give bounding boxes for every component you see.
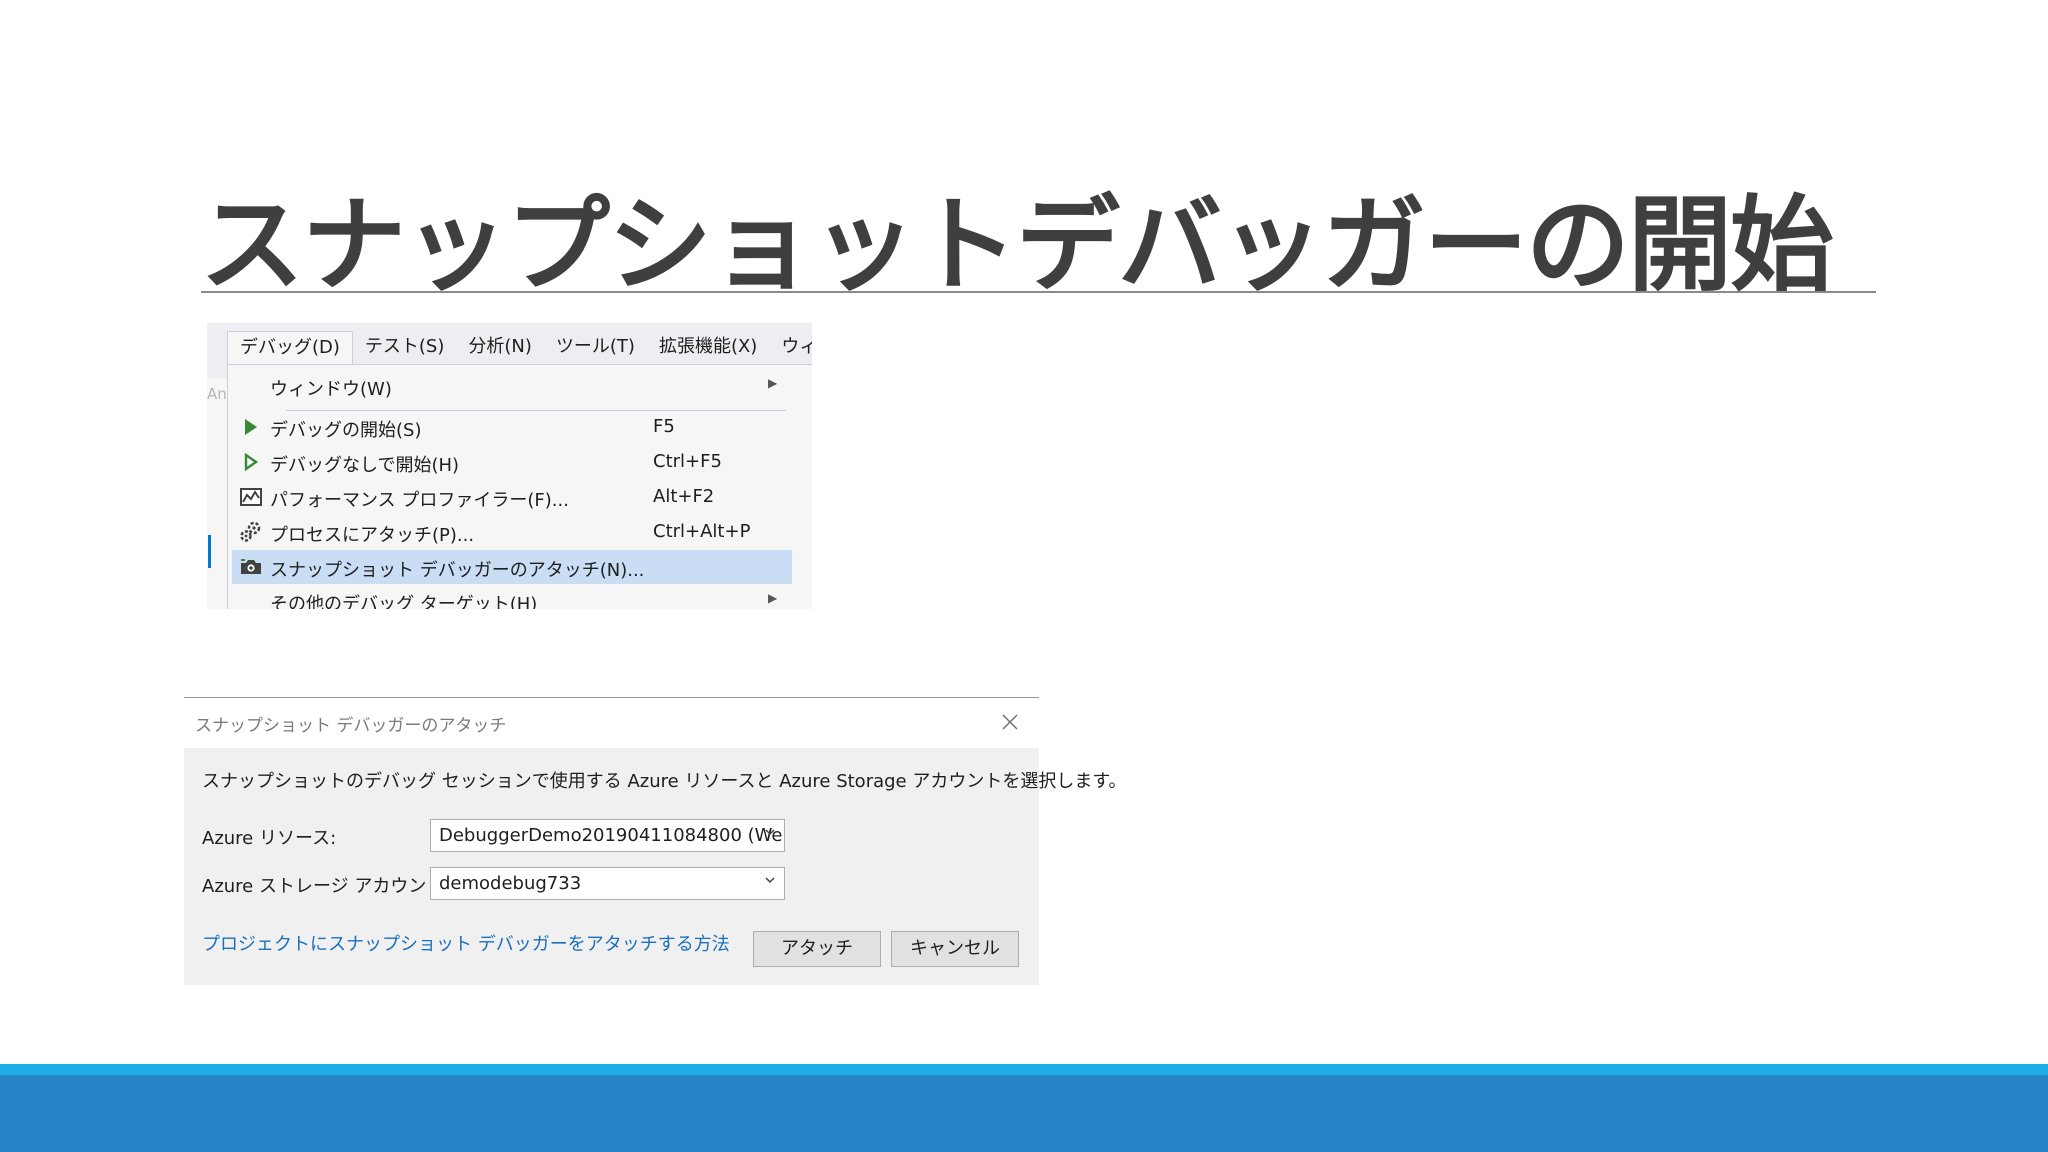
menu-debug[interactable]: デバッグ(D) (227, 331, 353, 365)
menu-item-start-without-debugging[interactable]: デバッグなしで開始(H) Ctrl+F5 (232, 445, 792, 479)
azure-resource-label: Azure リソース: (202, 828, 337, 849)
menu-item-label: デバッグなしで開始(H) (270, 455, 460, 476)
menu-item-shortcut: Alt+F2 (653, 486, 715, 507)
title-divider (201, 291, 1876, 293)
menu-item-label: その他のデバッグ ターゲット(H) (270, 594, 538, 609)
menu-item-shortcut: F5 (653, 416, 675, 437)
storage-account-label: Azure ストレージ アカウント: (202, 876, 451, 897)
menu-tools[interactable]: ツール(T) (544, 331, 647, 365)
menu-item-attach-to-process[interactable]: プロセスにアタッチ(P)... Ctrl+Alt+P (232, 515, 792, 549)
play-outline-icon (234, 445, 268, 479)
storage-account-select[interactable]: demodebug733 (430, 867, 785, 900)
storage-account-value: demodebug733 (439, 873, 582, 894)
azure-resource-value: DebuggerDemo20190411084800 (WebApp) (439, 825, 784, 846)
menu-item-shortcut: Ctrl+F5 (653, 451, 722, 472)
menu-item-label: ウィンドウ(W) (270, 379, 392, 400)
menu-item-window[interactable]: ウィンドウ(W) ▶ (232, 369, 792, 403)
gears-icon (234, 515, 268, 549)
debug-dropdown: ウィンドウ(W) ▶ デバッグの開始(S) F5 デバッグなしで開始(H) Ct… (227, 364, 812, 609)
menu-item-label: プロセスにアタッチ(P)... (270, 525, 475, 546)
footer-accent-strip (0, 1064, 2048, 1075)
dialog-title: スナップショット デバッガーのアタッチ (195, 716, 507, 736)
attach-button[interactable]: アタッチ (753, 931, 881, 967)
chevron-down-icon (765, 829, 775, 836)
submenu-arrow-icon: ▶ (768, 591, 778, 605)
close-icon[interactable] (993, 705, 1027, 739)
selection-marker (208, 535, 211, 568)
how-to-attach-link[interactable]: プロジェクトにスナップショット デバッガーをアタッチする方法 (202, 930, 730, 956)
cancel-button[interactable]: キャンセル (891, 931, 1019, 967)
menu-item-attach-snapshot-debugger[interactable]: スナップショット デバッガーのアタッチ(N)... (232, 550, 792, 584)
menu-item-start-debugging[interactable]: デバッグの開始(S) F5 (232, 410, 792, 444)
dialog-description: スナップショットのデバッグ セッションで使用する Azure リソースと Azu… (202, 771, 1127, 792)
menu-bar: デバッグ(D) テスト(S) 分析(N) ツール(T) 拡張機能(X) ウィ (207, 323, 812, 365)
menu-extensions[interactable]: 拡張機能(X) (647, 331, 769, 365)
menu-analyze[interactable]: 分析(N) (456, 331, 544, 365)
menu-item-shortcut: Ctrl+Alt+P (653, 521, 751, 542)
azure-resource-select[interactable]: DebuggerDemo20190411084800 (WebApp) (430, 819, 785, 852)
menu-item-label: デバッグの開始(S) (270, 420, 422, 441)
menu-item-other-debug-targets[interactable]: その他のデバッグ ターゲット(H) ▶ (232, 584, 792, 609)
dialog-titlebar: スナップショット デバッガーのアタッチ (184, 698, 1039, 748)
menu-item-performance-profiler[interactable]: パフォーマンス プロファイラー(F)... Alt+F2 (232, 480, 792, 514)
camera-icon (234, 550, 268, 584)
menu-window[interactable]: ウィ (769, 331, 812, 365)
menu-test[interactable]: テスト(S) (353, 331, 456, 365)
submenu-arrow-icon: ▶ (768, 376, 778, 390)
editor-left-strip (207, 378, 229, 609)
menu-item-label: スナップショット デバッガーのアタッチ(N)... (270, 560, 645, 581)
menu-item-label: パフォーマンス プロファイラー(F)... (270, 490, 569, 511)
slide-title: スナップショットデバッガーの開始 (200, 184, 1834, 306)
debug-menu-screenshot: Any デバッグ(D) テスト(S) 分析(N) ツール(T) 拡張機能(X) … (207, 323, 812, 609)
profiler-chart-icon (234, 480, 268, 514)
chevron-down-icon (765, 877, 775, 884)
footer-band (0, 1075, 2048, 1152)
attach-snapshot-dialog: スナップショット デバッガーのアタッチ スナップショットのデバッグ セッションで… (184, 697, 1127, 985)
play-solid-icon (234, 410, 268, 444)
